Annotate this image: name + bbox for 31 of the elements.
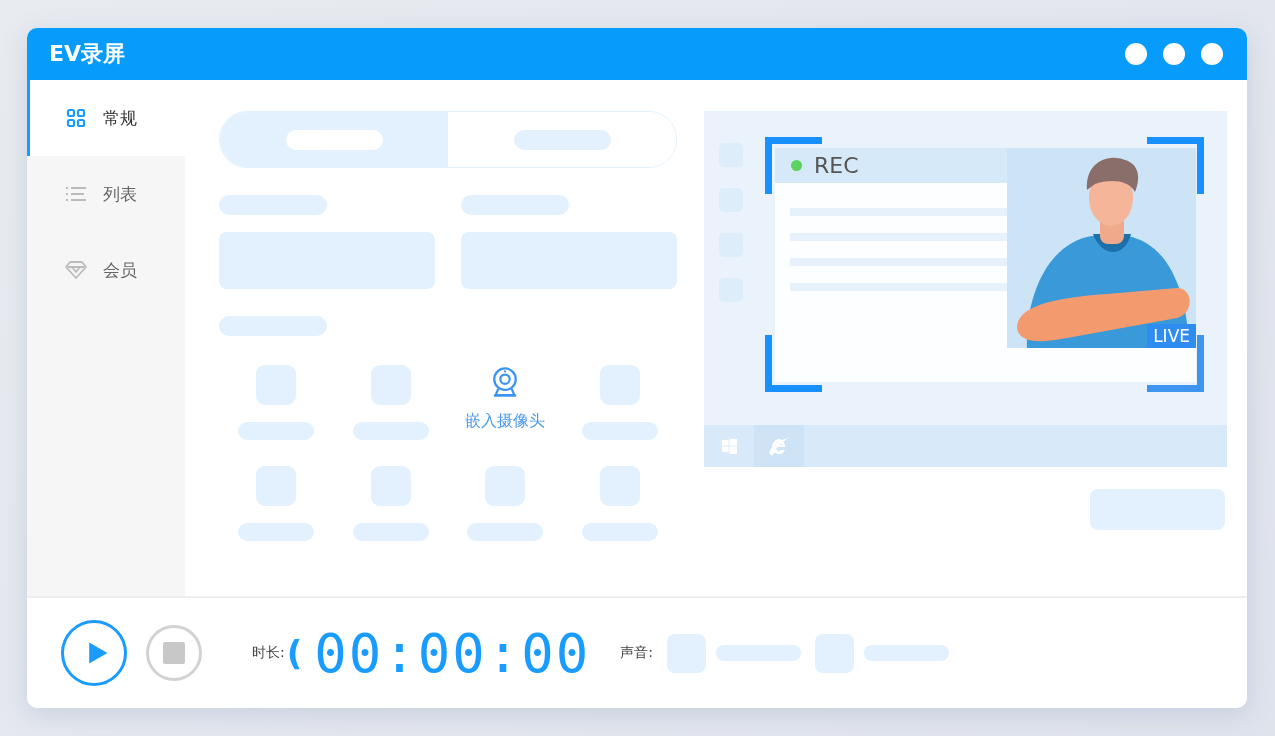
sidebar-item[interactable]: 会员	[27, 232, 185, 308]
placeholder-icon	[256, 365, 297, 405]
placeholder-icon	[599, 365, 640, 405]
placeholder-icon	[599, 466, 640, 506]
sound-label: 声音:	[620, 644, 654, 662]
placeholder-icon	[667, 633, 707, 673]
window-dot-button[interactable]	[1201, 43, 1223, 65]
diamond-icon	[65, 260, 87, 280]
bracket-mark: (	[286, 633, 303, 673]
list-icon	[65, 184, 87, 204]
rec-label: REC	[814, 153, 859, 178]
webcam-icon	[491, 365, 520, 399]
windows-logo-icon	[721, 438, 737, 454]
grid-icon	[65, 108, 87, 128]
placeholder-icon	[370, 466, 411, 506]
stop-icon	[163, 642, 185, 664]
duration-timer: 00:00:00	[314, 621, 591, 685]
placeholder-icon	[485, 466, 526, 506]
window-dot-button[interactable]	[1125, 43, 1147, 65]
stop-button[interactable]	[146, 625, 202, 681]
window-title: EV录屏	[49, 40, 126, 68]
feature-item[interactable]: 嵌入摄像头	[448, 365, 563, 440]
placeholder-icon	[370, 365, 411, 405]
recording-dot-icon	[791, 160, 802, 171]
window-dot-button[interactable]	[1163, 43, 1185, 65]
live-badge: LIVE	[1147, 324, 1196, 348]
placeholder-icon	[256, 466, 297, 506]
duration-label: 时长:	[252, 644, 285, 662]
sidebar-item[interactable]: 常规	[27, 80, 185, 156]
sidebar-item[interactable]: 列表	[27, 156, 185, 232]
placeholder-icon	[815, 633, 855, 673]
